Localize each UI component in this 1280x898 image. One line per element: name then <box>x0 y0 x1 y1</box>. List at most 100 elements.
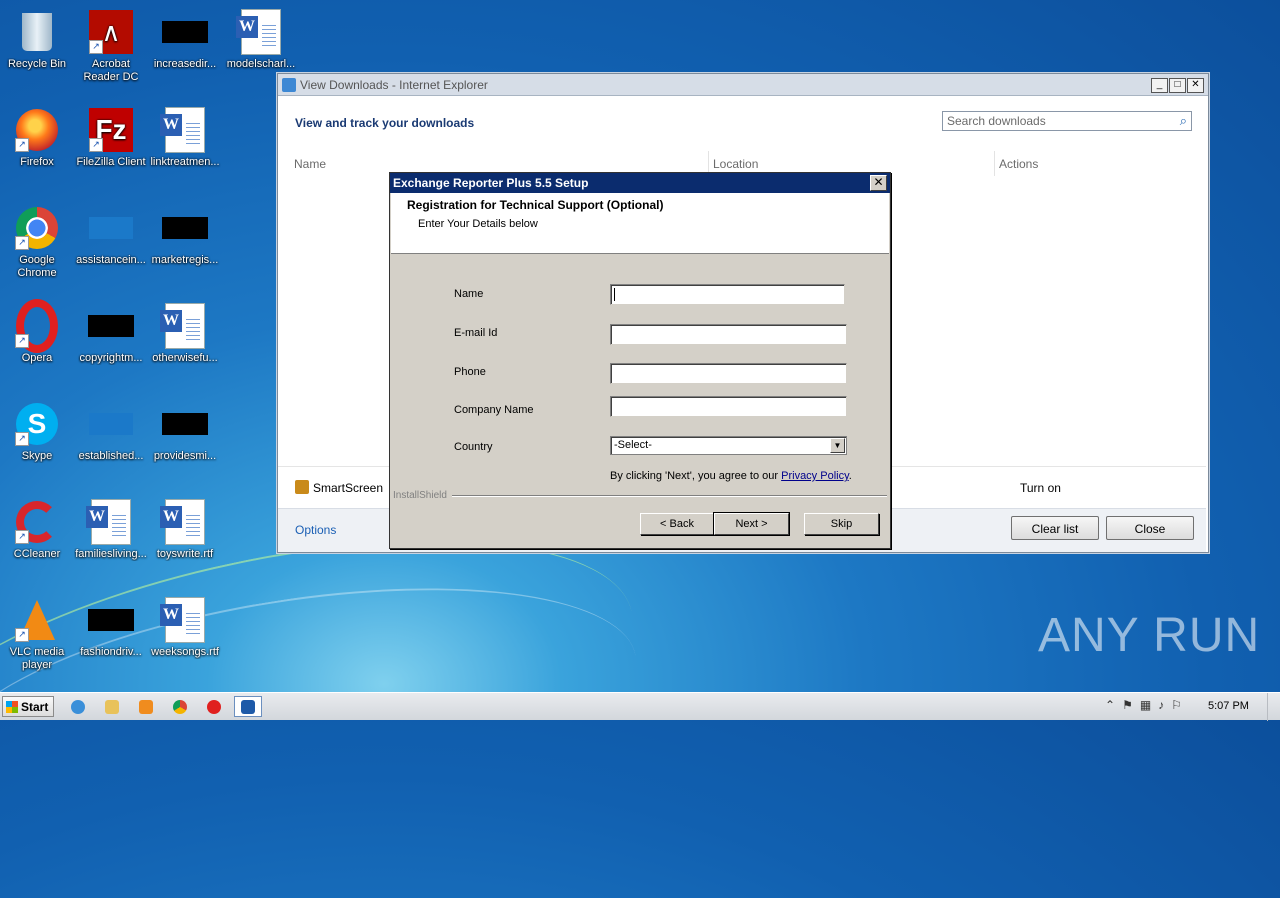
maximize-button[interactable]: □ <box>1169 78 1186 93</box>
chevron-down-icon[interactable]: ▼ <box>830 438 845 453</box>
show-hidden-icons-icon[interactable]: ⌃ <box>1105 698 1115 712</box>
recycle-bin-icon <box>13 8 61 56</box>
taskbar-media-player[interactable] <box>132 696 160 717</box>
desktop-icon-label: Recycle Bin <box>7 58 67 70</box>
country-label: Country <box>454 441 493 453</box>
desktop-icon-label: Firefox <box>20 156 54 168</box>
taskbar-explorer[interactable] <box>98 696 126 717</box>
minimize-button[interactable]: _ <box>1151 78 1168 93</box>
downloads-heading: View and track your downloads <box>295 116 475 130</box>
taskbar-setup[interactable] <box>234 696 262 717</box>
ie-icon <box>282 77 296 92</box>
show-desktop-button[interactable] <box>1267 693 1280 721</box>
desktop-icon-filezilla[interactable]: Fz ↗ FileZilla Client <box>74 106 148 169</box>
desktop-icon-skype[interactable]: S ↗ Skype <box>0 400 74 463</box>
setup-dialog: Exchange Reporter Plus 5.5 Setup ✕ Regis… <box>389 172 891 549</box>
network-icon[interactable]: ▦ <box>1140 698 1151 712</box>
desktop-icon-label: otherwisefu... <box>152 352 218 364</box>
desktop-icon-acrobat[interactable]: ∧ ↗ Acrobat Reader DC <box>74 8 148 84</box>
desktop-icon-label: weeksongs.rtf <box>151 646 219 658</box>
dialog-header: Registration for Technical Support (Opti… <box>391 193 889 254</box>
smartscreen-label: SmartScreen <box>313 481 384 495</box>
desktop-icon-vlc[interactable]: ↗ VLC media player <box>0 596 74 672</box>
name-field[interactable] <box>610 284 845 305</box>
desktop-icon-label: copyrightm... <box>79 352 143 364</box>
acrobat-icon: ∧ ↗ <box>87 8 135 56</box>
opera-icon: ↗ <box>13 299 61 353</box>
privacy-policy-link[interactable]: Privacy Policy <box>781 470 849 482</box>
action-center-icon[interactable]: ⚑ <box>1122 698 1133 712</box>
word-doc-icon <box>160 596 209 644</box>
desktop-icon-label: established... <box>78 450 144 462</box>
desktop-icon-label: Opera <box>21 352 53 364</box>
media-player-icon <box>139 699 153 714</box>
email-label: E-mail Id <box>454 327 498 339</box>
search-placeholder: Search downloads <box>947 114 1046 128</box>
company-name-field[interactable] <box>610 396 847 417</box>
desktop-icon-modelscharl[interactable]: modelscharl... <box>224 8 298 71</box>
start-button[interactable]: Start <box>2 696 54 717</box>
desktop-icon-increasedir[interactable]: increasedir... <box>148 8 222 71</box>
phone-field[interactable] <box>610 363 847 384</box>
back-button[interactable]: < Back <box>640 513 714 535</box>
country-select[interactable]: -Select- ▼ <box>610 436 847 455</box>
flag-icon[interactable]: ⚐ <box>1171 698 1182 712</box>
clear-list-button[interactable]: Clear list <box>1011 516 1099 540</box>
redacted-file-icon <box>161 8 209 56</box>
country-selected-value: -Select- <box>614 439 652 451</box>
search-downloads-input[interactable]: Search downloads ⌕ <box>942 111 1192 131</box>
chrome-icon: ↗ <box>13 204 61 252</box>
taskbar-ie[interactable] <box>64 696 92 717</box>
desktop-icon-linktreatmen[interactable]: linktreatmen... <box>148 106 222 169</box>
email-field[interactable] <box>610 324 847 345</box>
turn-on-smartscreen-link[interactable]: Turn on <box>1020 481 1061 495</box>
agreement-suffix: . <box>848 470 852 482</box>
dialog-titlebar[interactable]: Exchange Reporter Plus 5.5 Setup ✕ <box>390 173 890 193</box>
desktop-icon-firefox[interactable]: ↗ Firefox <box>0 106 74 169</box>
next-button[interactable]: Next > <box>713 512 790 536</box>
close-window-button[interactable]: Close <box>1106 516 1194 540</box>
desktop-icon-established[interactable]: established... <box>74 400 148 463</box>
taskbar-clock[interactable]: 5:07 PM <box>1208 700 1249 712</box>
volume-icon[interactable]: ♪ <box>1158 698 1164 712</box>
firefox-icon: ↗ <box>13 106 61 154</box>
column-actions[interactable]: Actions <box>999 157 1038 171</box>
desktop-icon-label: providesmi... <box>153 450 217 462</box>
desktop-icon-providesmi[interactable]: providesmi... <box>148 400 222 463</box>
taskbar-opera[interactable] <box>200 696 228 717</box>
search-icon[interactable]: ⌕ <box>1180 113 1187 129</box>
file-icon <box>87 204 135 252</box>
desktop-icon-recycle-bin[interactable]: Recycle Bin <box>0 8 74 71</box>
column-name[interactable]: Name <box>294 157 326 171</box>
desktop-icon-marketregis[interactable]: marketregis... <box>148 204 222 267</box>
close-button[interactable]: ✕ <box>1187 78 1204 93</box>
system-tray: ⌃ ⚑ ▦ ♪ ⚐ <box>1105 698 1182 712</box>
window-title: View Downloads - Internet Explorer <box>300 77 488 92</box>
desktop-icon-label: linktreatmen... <box>150 156 220 168</box>
desktop-icon-familiesliving[interactable]: familiesliving... <box>74 498 148 561</box>
desktop-icon-fashiondriv[interactable]: fashiondriv... <box>74 596 148 659</box>
desktop-icon-label: fashiondriv... <box>80 646 142 658</box>
desktop-icon-ccleaner[interactable]: ↗ CCleaner <box>0 498 74 561</box>
desktop-icon-chrome[interactable]: ↗ Google Chrome <box>0 204 74 280</box>
filezilla-icon: Fz ↗ <box>87 106 135 154</box>
desktop-icon-copyrightm[interactable]: copyrightm... <box>74 302 148 365</box>
skype-icon: S ↗ <box>13 400 61 448</box>
options-link[interactable]: Options <box>295 523 336 537</box>
skip-button[interactable]: Skip <box>804 513 879 535</box>
redacted-file-icon <box>161 204 209 252</box>
window-titlebar[interactable]: View Downloads - Internet Explorer _ □ ✕ <box>278 74 1208 96</box>
column-location[interactable]: Location <box>713 157 758 171</box>
file-icon <box>87 400 135 448</box>
desktop-icon-weeksongs[interactable]: weeksongs.rtf <box>148 596 222 659</box>
anyrun-watermark: ANY RUN <box>1038 609 1261 662</box>
column-divider <box>994 151 995 176</box>
dialog-close-button[interactable]: ✕ <box>870 175 887 191</box>
word-doc-icon <box>160 302 209 350</box>
desktop-icon-otherwisefu[interactable]: otherwisefu... <box>148 302 222 365</box>
desktop-icon-assistancein[interactable]: assistancein... <box>74 204 148 267</box>
desktop-icon-label: Skype <box>21 450 53 462</box>
desktop-icon-toyswrite[interactable]: toyswrite.rtf <box>148 498 222 561</box>
desktop-icon-opera[interactable]: ↗ Opera <box>0 299 74 365</box>
taskbar-chrome[interactable] <box>166 696 194 717</box>
